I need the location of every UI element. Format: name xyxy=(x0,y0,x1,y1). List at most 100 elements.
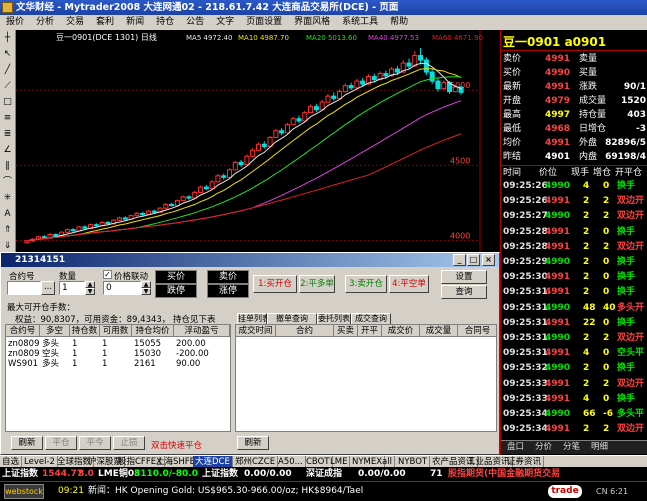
channel-tool-icon[interactable]: ≡ xyxy=(0,110,15,126)
tick-volume: 4 xyxy=(583,348,590,359)
tick-row: 09:25:31 4990 48 40 多头开 xyxy=(501,301,647,315)
positions-table[interactable]: 合约号 多空 持仓数 可用数 持仓均价 浮动盈亏 zn0809 多头 1 1 15055 200.00… xyxy=(5,324,231,432)
menu-item[interactable]: 帮助 xyxy=(384,15,414,30)
price-input[interactable]: 0 xyxy=(103,281,141,295)
candle-body xyxy=(452,86,458,93)
price-up-icon[interactable]: ▲ xyxy=(141,281,151,288)
quantity-up-icon[interactable]: ▲ xyxy=(85,281,95,288)
arc-tool-icon[interactable]: ⌒ xyxy=(0,174,15,190)
quote-tab[interactable]: 盘口 xyxy=(507,441,524,454)
menu-item[interactable]: 持仓 xyxy=(150,15,180,30)
positions-header[interactable]: 浮动盈亏 xyxy=(174,325,230,337)
cycle-tool-icon[interactable]: ‖ xyxy=(0,158,15,174)
quote-tab[interactable]: 分笔 xyxy=(563,441,580,454)
menu-item[interactable]: 报价 xyxy=(0,15,30,30)
menu-item[interactable]: 交易 xyxy=(60,15,90,30)
limit-down-button[interactable]: 跌停 xyxy=(155,284,197,298)
position-action-button[interactable]: 平仓 xyxy=(45,436,77,450)
settings-button[interactable]: 设置 xyxy=(441,270,487,284)
positions-header[interactable]: 持仓均价 xyxy=(132,325,174,337)
trades-header[interactable]: 合约 xyxy=(276,325,334,337)
positions-header[interactable]: 多空 xyxy=(40,325,70,337)
tick-price: 4990 xyxy=(545,333,571,343)
close-button[interactable]: × xyxy=(482,254,495,266)
trade-button[interactable]: trade xyxy=(548,485,582,498)
menu-item[interactable]: 界面风格 xyxy=(288,15,336,30)
tick-time: 09:25:31 xyxy=(503,302,548,313)
positions-header[interactable]: 可用数 xyxy=(100,325,132,337)
tick-price: 4991 xyxy=(545,393,571,404)
rect-tool-icon[interactable]: □ xyxy=(0,94,15,110)
crosshair-icon[interactable]: ┼ xyxy=(0,30,15,46)
price-link-checkbox[interactable]: ✓ xyxy=(103,270,112,279)
gann-tool-icon[interactable]: ✳ xyxy=(0,190,15,206)
maximize-button[interactable]: □ xyxy=(467,254,480,266)
tick-row: 09:25:29 4990 2 0 换手 xyxy=(501,255,647,269)
tick-time: 09:25:26 xyxy=(503,181,548,191)
trades-header[interactable]: 开平 xyxy=(358,325,382,337)
tick-row: 09:25:34 4990 66 -6 多头平 xyxy=(501,407,647,421)
menu-item[interactable]: 系统工具 xyxy=(336,15,384,30)
trades-table[interactable]: 成交时间 合约 买卖 开平 成交价 成交量 合同号 xyxy=(235,324,497,432)
close-short-button[interactable]: 4:平空单 xyxy=(389,275,429,293)
quote-tab[interactable]: 分价 xyxy=(535,441,552,454)
buy-open-button[interactable]: 1:买开仓 xyxy=(253,275,297,293)
buy-price-button[interactable]: 买价 xyxy=(155,270,197,284)
candle-body xyxy=(296,118,302,122)
contract-browse-button[interactable]: ... xyxy=(41,281,55,295)
tick-time: 09:25:27 xyxy=(503,211,548,222)
menu-item[interactable]: 页面设置 xyxy=(240,15,288,30)
positions-header[interactable]: 合约号 xyxy=(6,325,40,337)
quote-row: 卖价 4991 卖量 xyxy=(501,52,647,67)
minimize-button[interactable]: _ xyxy=(453,254,466,266)
tick-oi: 0 xyxy=(603,317,610,328)
candle-body xyxy=(383,73,389,77)
sell-open-button[interactable]: 3:卖开仓 xyxy=(345,275,387,293)
menu-item[interactable]: 公告 xyxy=(180,15,210,30)
ticker-item: 上证指数 xyxy=(2,469,39,479)
pointer-icon[interactable]: ↖ xyxy=(0,46,15,62)
kline-chart[interactable]: 5000 4500 4000 豆一0901(DCE 1301) 日线 MA5 4972.… xyxy=(16,30,500,252)
line-tool-icon[interactable]: ╱ xyxy=(0,62,15,78)
tick-row: 09:25:28 4991 2 0 换手 xyxy=(501,225,647,239)
ray-tool-icon[interactable]: ⟋ xyxy=(0,78,15,94)
menu-item[interactable]: 套利 xyxy=(90,15,120,30)
candle-body xyxy=(302,112,308,122)
price-down-icon[interactable]: ▼ xyxy=(141,288,151,295)
quantity-down-icon[interactable]: ▼ xyxy=(85,288,95,295)
limit-up-button[interactable]: 涨停 xyxy=(207,284,249,298)
quote-tab[interactable]: 明细 xyxy=(591,441,608,454)
position-action-button[interactable]: 刷新 xyxy=(11,436,43,450)
menu-item[interactable]: 文字 xyxy=(210,15,240,30)
position-action-button[interactable]: 止损 xyxy=(113,436,145,450)
quote-label: 昨结 xyxy=(503,152,522,162)
contract-input[interactable] xyxy=(7,281,41,295)
tick-oi: 2 xyxy=(603,196,610,207)
arrow-up-tool-icon[interactable]: ⇑ xyxy=(0,222,15,238)
trades-refresh-button[interactable]: 刷新 xyxy=(237,436,269,450)
trades-header[interactable]: 成交价 xyxy=(382,325,420,337)
tick-time: 09:25:33 xyxy=(503,378,548,389)
menu-item[interactable]: 分析 xyxy=(30,15,60,30)
query-button[interactable]: 查询 xyxy=(441,285,487,299)
quote-row: 均价 4991 外盘 82896/5 xyxy=(501,136,647,151)
trades-header[interactable]: 成交时间 xyxy=(236,325,276,337)
angle-tool-icon[interactable]: ∠ xyxy=(0,142,15,158)
tick-type: 换手 xyxy=(617,393,636,404)
fib-tool-icon[interactable]: ≣ xyxy=(0,126,15,142)
text-tool-icon[interactable]: A xyxy=(0,206,15,222)
candle-body xyxy=(290,118,296,126)
sell-price-button[interactable]: 卖价 xyxy=(207,270,249,284)
trades-header[interactable]: 买卖 xyxy=(334,325,358,337)
trades-header[interactable]: 成交量 xyxy=(420,325,458,337)
trades-header[interactable]: 合同号 xyxy=(458,325,496,337)
kline-chart-svg[interactable]: 500045004000豆一0901(DCE 1301) 日线 MA5 4972.… xyxy=(16,30,500,252)
menu-item[interactable]: 新闻 xyxy=(120,15,150,30)
status-bar: webstock 09:21 新闻：HK Opening Gold: US$96… xyxy=(0,481,647,500)
quantity-input[interactable]: 1 xyxy=(59,281,85,295)
tick-row: 09:25:27 4990 2 2 双边开 xyxy=(501,209,647,223)
positions-header[interactable]: 持仓数 xyxy=(70,325,100,337)
tick-oi: 0 xyxy=(603,363,610,374)
position-action-button[interactable]: 平今 xyxy=(79,436,111,450)
close-long-button[interactable]: 2:平多单 xyxy=(299,275,335,293)
